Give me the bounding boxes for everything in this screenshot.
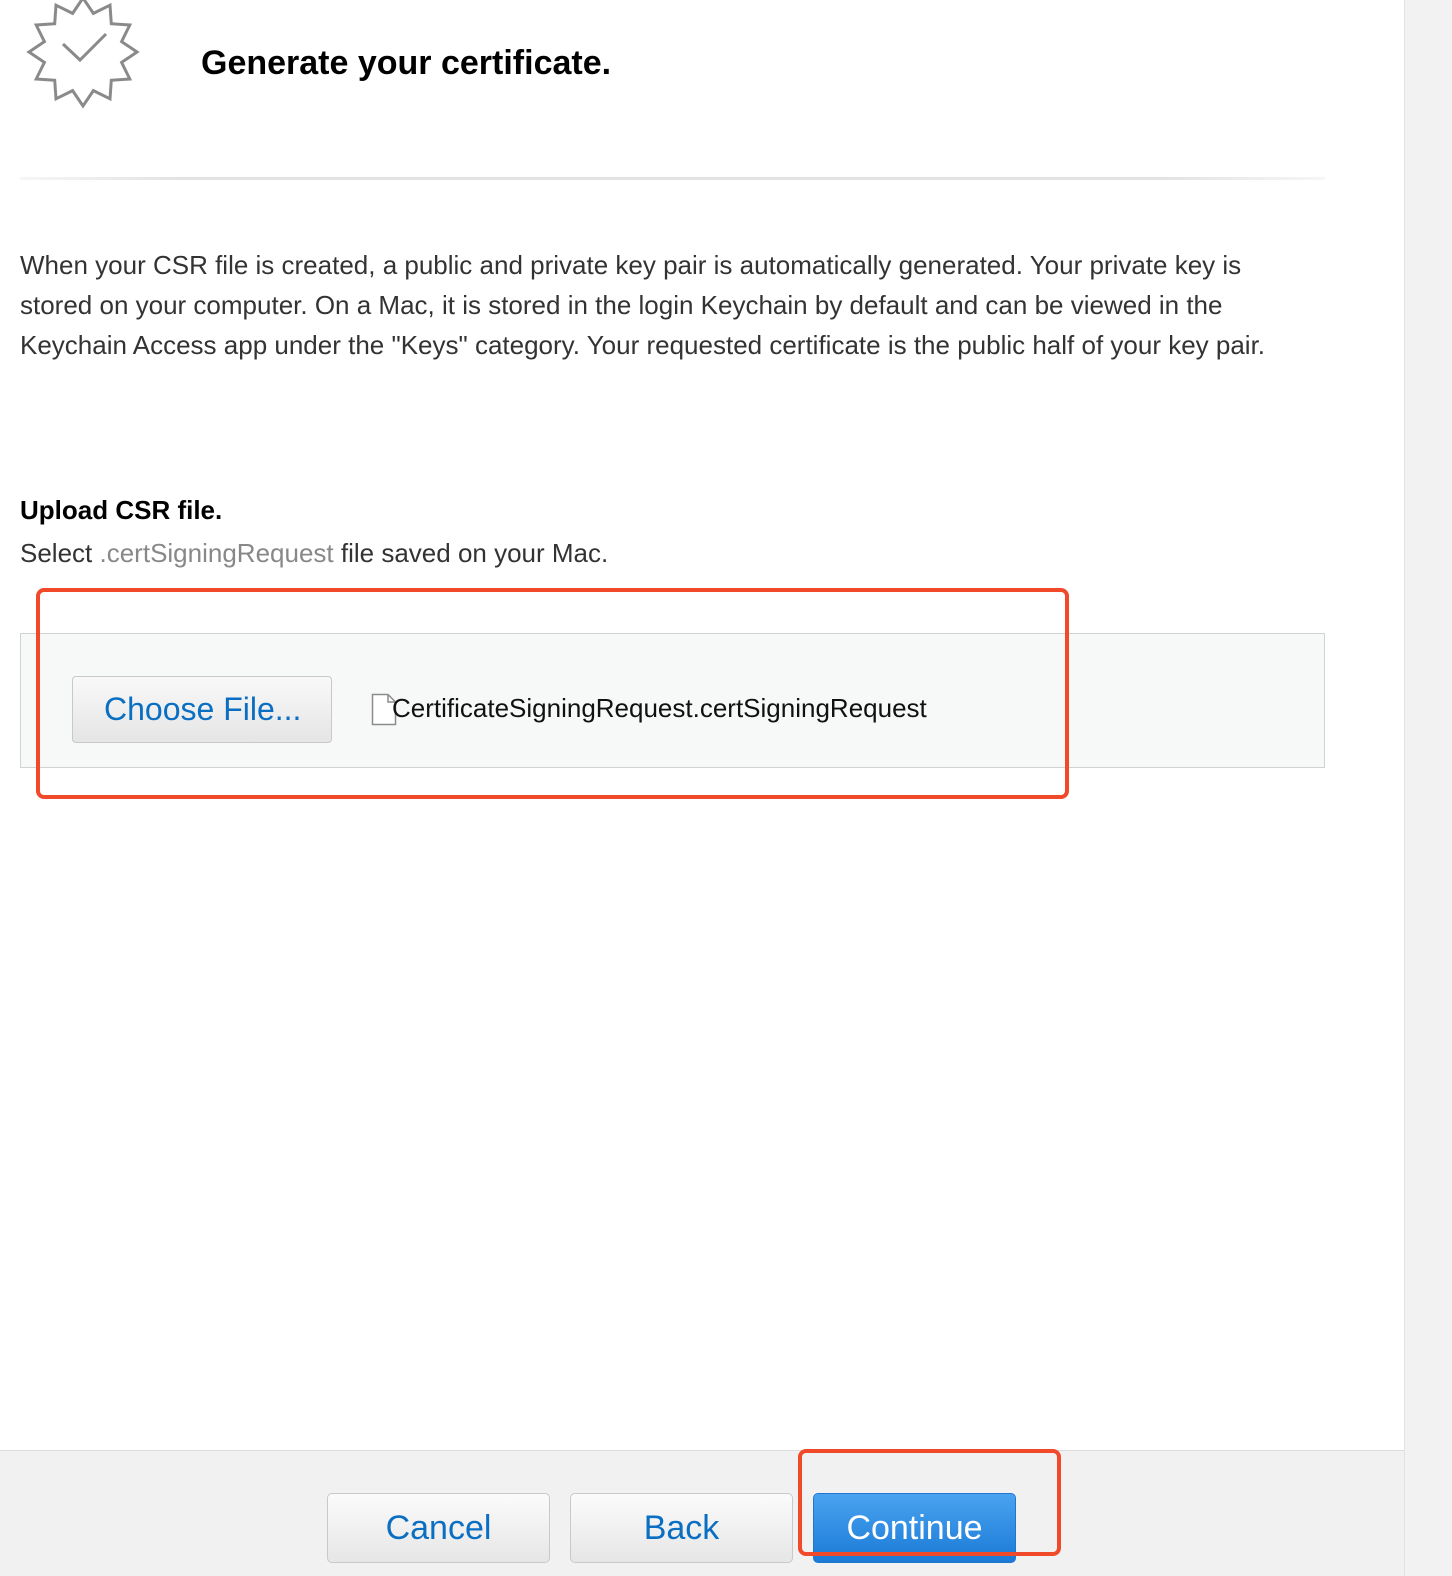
choose-file-button[interactable]: Choose File...: [72, 676, 397, 743]
continue-button[interactable]: Continue: [813, 1493, 1016, 1563]
cancel-button[interactable]: Cancel: [327, 1493, 550, 1563]
csr-description: When your CSR file is created, a public …: [20, 250, 1266, 360]
upload-heading: Upload CSR file.: [20, 495, 223, 525]
upload-instruction: Select .certSigningRequest file saved on…: [20, 534, 608, 572]
choose-file-label: Choose File...: [104, 691, 302, 727]
back-button[interactable]: Back: [570, 1493, 793, 1563]
page-title: Generate your certificate.: [201, 44, 612, 82]
window-edge: [1404, 0, 1452, 1576]
certificate-badge-icon: [26, 0, 140, 109]
instruction-suffix: file saved on your Mac.: [340, 538, 609, 568]
section-divider: [20, 177, 1325, 180]
instruction-prefix: Select: [20, 538, 93, 568]
selected-file-name: CertificateSigningRequest.certSigningReq…: [392, 693, 927, 723]
file-extension: .certSigningRequest: [99, 538, 334, 568]
